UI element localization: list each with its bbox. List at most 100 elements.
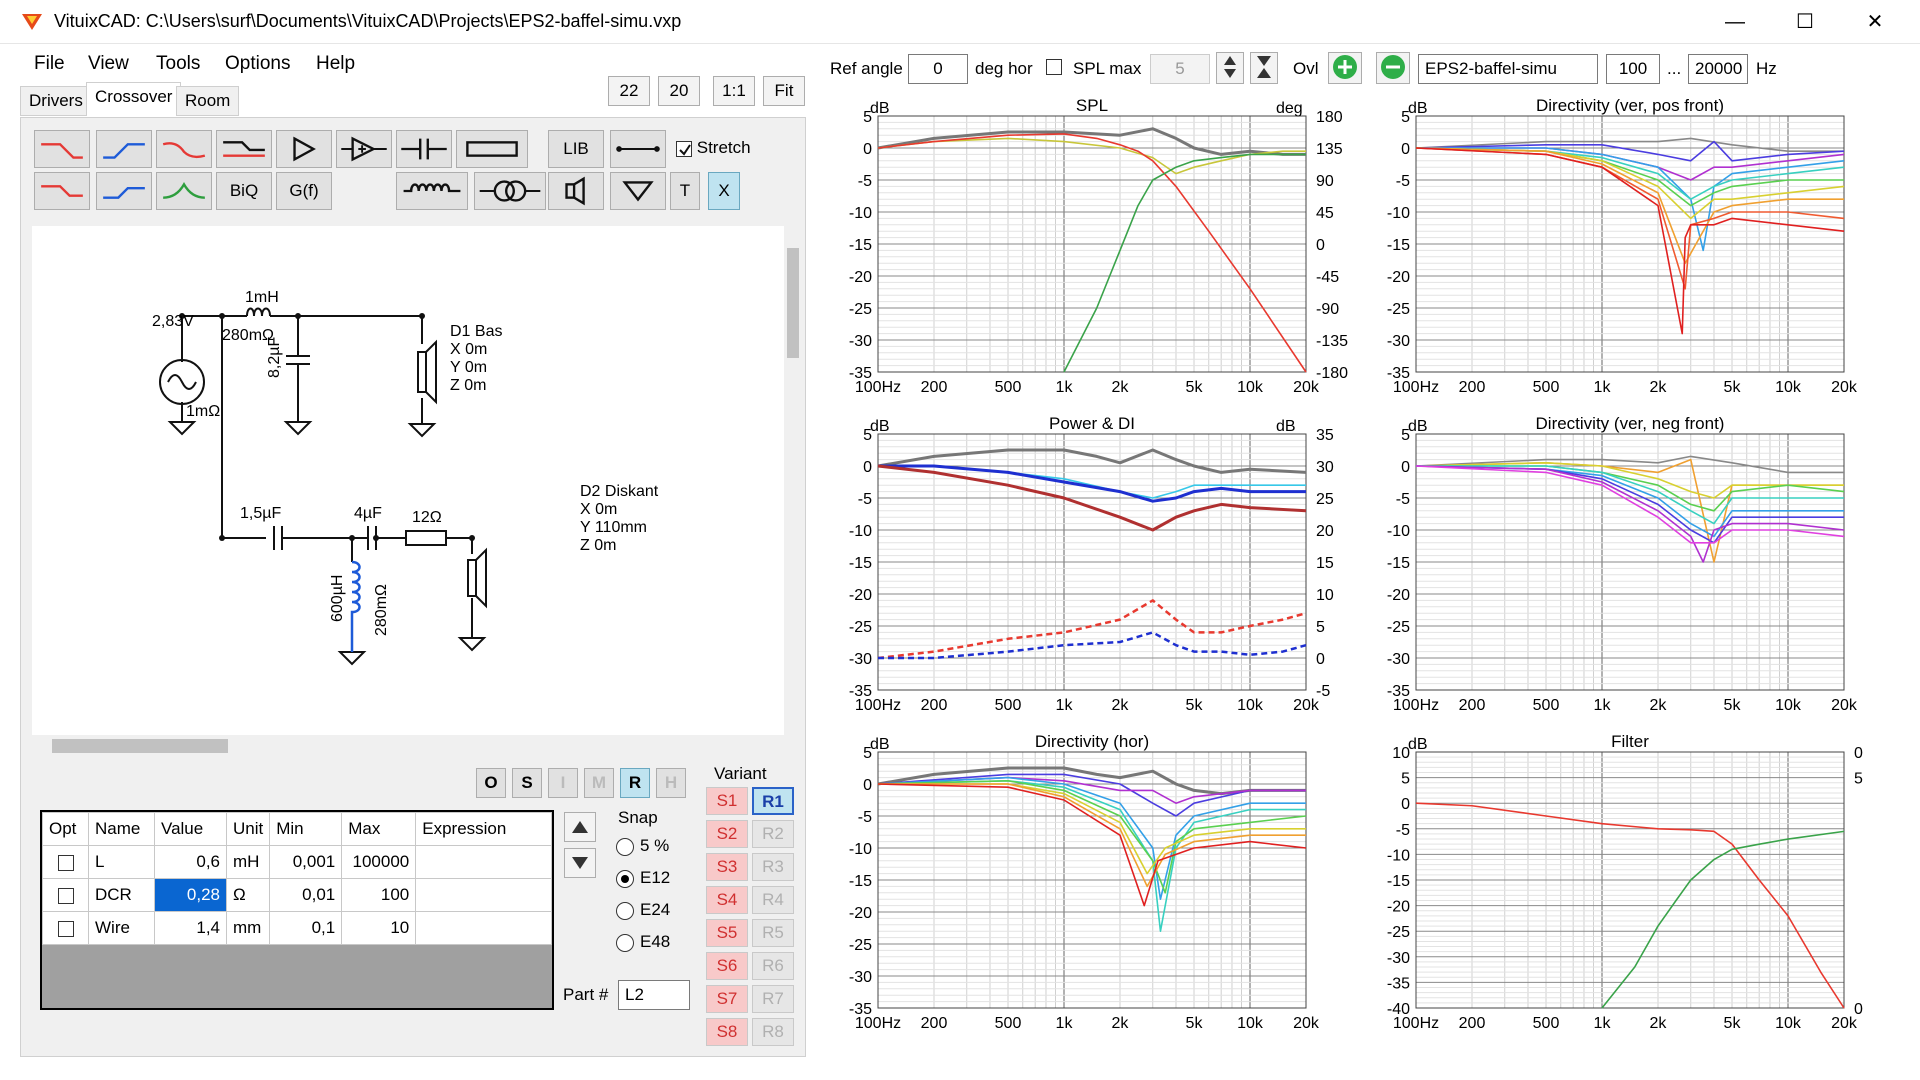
row-max[interactable]: 100000 <box>341 845 417 879</box>
row-min[interactable]: 0,1 <box>269 911 343 945</box>
mode-o-button[interactable]: O <box>476 768 506 798</box>
lowpass2-tool-icon[interactable] <box>34 172 90 210</box>
highpass-tool-icon[interactable] <box>96 130 152 168</box>
close-button[interactable]: ✕ <box>1840 0 1910 44</box>
menu-view[interactable]: View <box>88 53 129 75</box>
property-grid[interactable]: Opt Name Value Unit Min Max Expression L… <box>40 810 554 1010</box>
collapse-icon[interactable] <box>1250 52 1278 84</box>
variant-s2-button[interactable]: S2 <box>706 820 748 848</box>
shelf-tool-icon[interactable] <box>216 130 272 168</box>
biquad-button[interactable]: BiQ <box>216 172 272 210</box>
spl-max-checkbox[interactable] <box>1046 59 1062 75</box>
tab-drivers[interactable]: Drivers <box>20 86 92 116</box>
ground-tool-icon[interactable] <box>610 172 666 210</box>
variant-s3-button[interactable]: S3 <box>706 853 748 881</box>
snap-e48-radio[interactable]: E48 <box>616 932 670 952</box>
row-min[interactable]: 0,001 <box>269 845 343 879</box>
variant-r4-button[interactable]: R4 <box>752 886 794 914</box>
lowpass-tool-icon[interactable] <box>34 130 90 168</box>
row-max[interactable]: 10 <box>341 911 417 945</box>
menu-help[interactable]: Help <box>316 53 355 75</box>
canvas-vertical-scrollbar[interactable] <box>784 226 802 736</box>
peak-tool-icon[interactable] <box>156 172 212 210</box>
overlay-name-input[interactable]: EPS2-baffel-simu <box>1418 54 1598 84</box>
mode-s-button[interactable]: S <box>512 768 542 798</box>
tab-crossover[interactable]: Crossover <box>86 82 182 116</box>
variant-s5-button[interactable]: S5 <box>706 919 748 947</box>
opt-checkbox[interactable] <box>57 887 74 904</box>
spl-max-input[interactable]: 5 <box>1150 54 1210 84</box>
maximize-button[interactable]: ☐ <box>1770 0 1840 44</box>
remove-overlay-icon[interactable] <box>1376 52 1410 84</box>
opt-checkbox[interactable] <box>57 854 74 871</box>
filter-chart[interactable]: Filter dB 10 5 0 -5 -10 -15 -20 -25 -30 -35 -40 0 5 0 10… <box>1366 732 1894 1042</box>
row-expression[interactable] <box>415 911 552 945</box>
variant-s7-button[interactable]: S7 <box>706 985 748 1013</box>
schematic-canvas[interactable]: 2,83V 1mΩ 1mH 280mΩ 8,2µF D1 Bas X 0m Y … <box>32 226 784 736</box>
snap-e12-radio[interactable]: E12 <box>616 868 670 888</box>
table-row[interactable]: L 0,6 mH 0,001 100000 <box>42 845 552 879</box>
row-value-selected[interactable]: 0,28 <box>154 878 227 912</box>
delete-tool-button[interactable]: X <box>708 172 740 210</box>
mode-m-button[interactable]: M <box>584 768 614 798</box>
freq-to-input[interactable]: 20000 <box>1688 54 1748 84</box>
row-expression[interactable] <box>415 845 552 879</box>
directivity-ver-neg-chart[interactable]: Directivity (ver, neg front) dB 5 0 -5 -10 -15… <box>1366 414 1894 724</box>
variant-s6-button[interactable]: S6 <box>706 952 748 980</box>
menu-file[interactable]: File <box>34 53 65 75</box>
stretch-checkbox[interactable]: Stretch <box>676 138 751 158</box>
wire-tool-icon[interactable] <box>610 130 666 168</box>
variant-r2-button[interactable]: R2 <box>752 820 794 848</box>
menu-tools[interactable]: Tools <box>156 53 200 75</box>
resistor-tool-icon[interactable] <box>456 130 528 168</box>
zoom-1to1-button[interactable]: 1:1 <box>713 76 755 106</box>
minimize-button[interactable]: — <box>1700 0 1770 44</box>
mode-i-button[interactable]: I <box>548 768 578 798</box>
table-row[interactable]: Wire 1,4 mm 0,1 10 <box>42 911 552 945</box>
transformer-tool-icon[interactable] <box>474 172 546 210</box>
zoom-fit-button[interactable]: Fit <box>763 76 805 106</box>
freq-from-input[interactable]: 100 <box>1606 54 1660 84</box>
zoom-20-button[interactable]: 20 <box>658 76 700 106</box>
opt-checkbox[interactable] <box>57 920 74 937</box>
row-expression[interactable] <box>415 878 552 912</box>
part-input[interactable]: L2 <box>618 980 690 1010</box>
move-down-button[interactable] <box>564 848 596 878</box>
variant-r1-button[interactable]: R1 <box>752 787 794 815</box>
row-value[interactable]: 0,6 <box>154 845 227 879</box>
add-overlay-icon[interactable] <box>1328 52 1362 84</box>
canvas-horizontal-scrollbar[interactable] <box>32 735 784 757</box>
snap-5pct-radio[interactable]: 5 % <box>616 836 669 856</box>
gf-button[interactable]: G(f) <box>276 172 332 210</box>
row-max[interactable]: 100 <box>341 878 417 912</box>
variant-r3-button[interactable]: R3 <box>752 853 794 881</box>
variant-r6-button[interactable]: R6 <box>752 952 794 980</box>
directivity-ver-pos-chart[interactable]: Directivity (ver, pos front) dB 5 0 -5 -10 -15… <box>1366 96 1894 406</box>
spl-chart[interactable]: SPL dB deg 5 0 -5 -10 -15 -20 -25 -30 -35 180 135 90 45… <box>828 96 1356 406</box>
text-tool-button[interactable]: T <box>670 172 700 210</box>
capacitor-tool-icon[interactable] <box>396 130 452 168</box>
table-row[interactable]: DCR 0,28 Ω 0,01 100 <box>42 878 552 912</box>
mode-h-button[interactable]: H <box>656 768 686 798</box>
snap-e24-radio[interactable]: E24 <box>616 900 670 920</box>
mode-r-button[interactable]: R <box>620 768 650 798</box>
power-di-chart[interactable]: Power & DI dB dB 5 0 -5 -10 -15 -20 -25 -30 -35 35 30… <box>828 414 1356 724</box>
directivity-hor-chart[interactable]: Directivity (hor) dB 5 0 -5 -10 -15 -20 -25 -30 -3… <box>828 732 1356 1042</box>
ref-angle-input[interactable]: 0 <box>908 54 968 84</box>
highpass2-tool-icon[interactable] <box>96 172 152 210</box>
row-min[interactable]: 0,01 <box>269 878 343 912</box>
library-button[interactable]: LIB <box>548 130 604 168</box>
menu-options[interactable]: Options <box>225 53 290 75</box>
variant-s1-button[interactable]: S1 <box>706 787 748 815</box>
variant-s8-button[interactable]: S8 <box>706 1018 748 1046</box>
updown-icon[interactable] <box>1216 52 1244 84</box>
variant-r7-button[interactable]: R7 <box>752 985 794 1013</box>
variant-r8-button[interactable]: R8 <box>752 1018 794 1046</box>
tab-room[interactable]: Room <box>176 86 240 116</box>
variant-r5-button[interactable]: R5 <box>752 919 794 947</box>
variant-s4-button[interactable]: S4 <box>706 886 748 914</box>
zoom-22-button[interactable]: 22 <box>608 76 650 106</box>
amplifier-tool-icon[interactable] <box>276 130 332 168</box>
buffer-tool-icon[interactable] <box>336 130 392 168</box>
row-value[interactable]: 1,4 <box>154 911 227 945</box>
